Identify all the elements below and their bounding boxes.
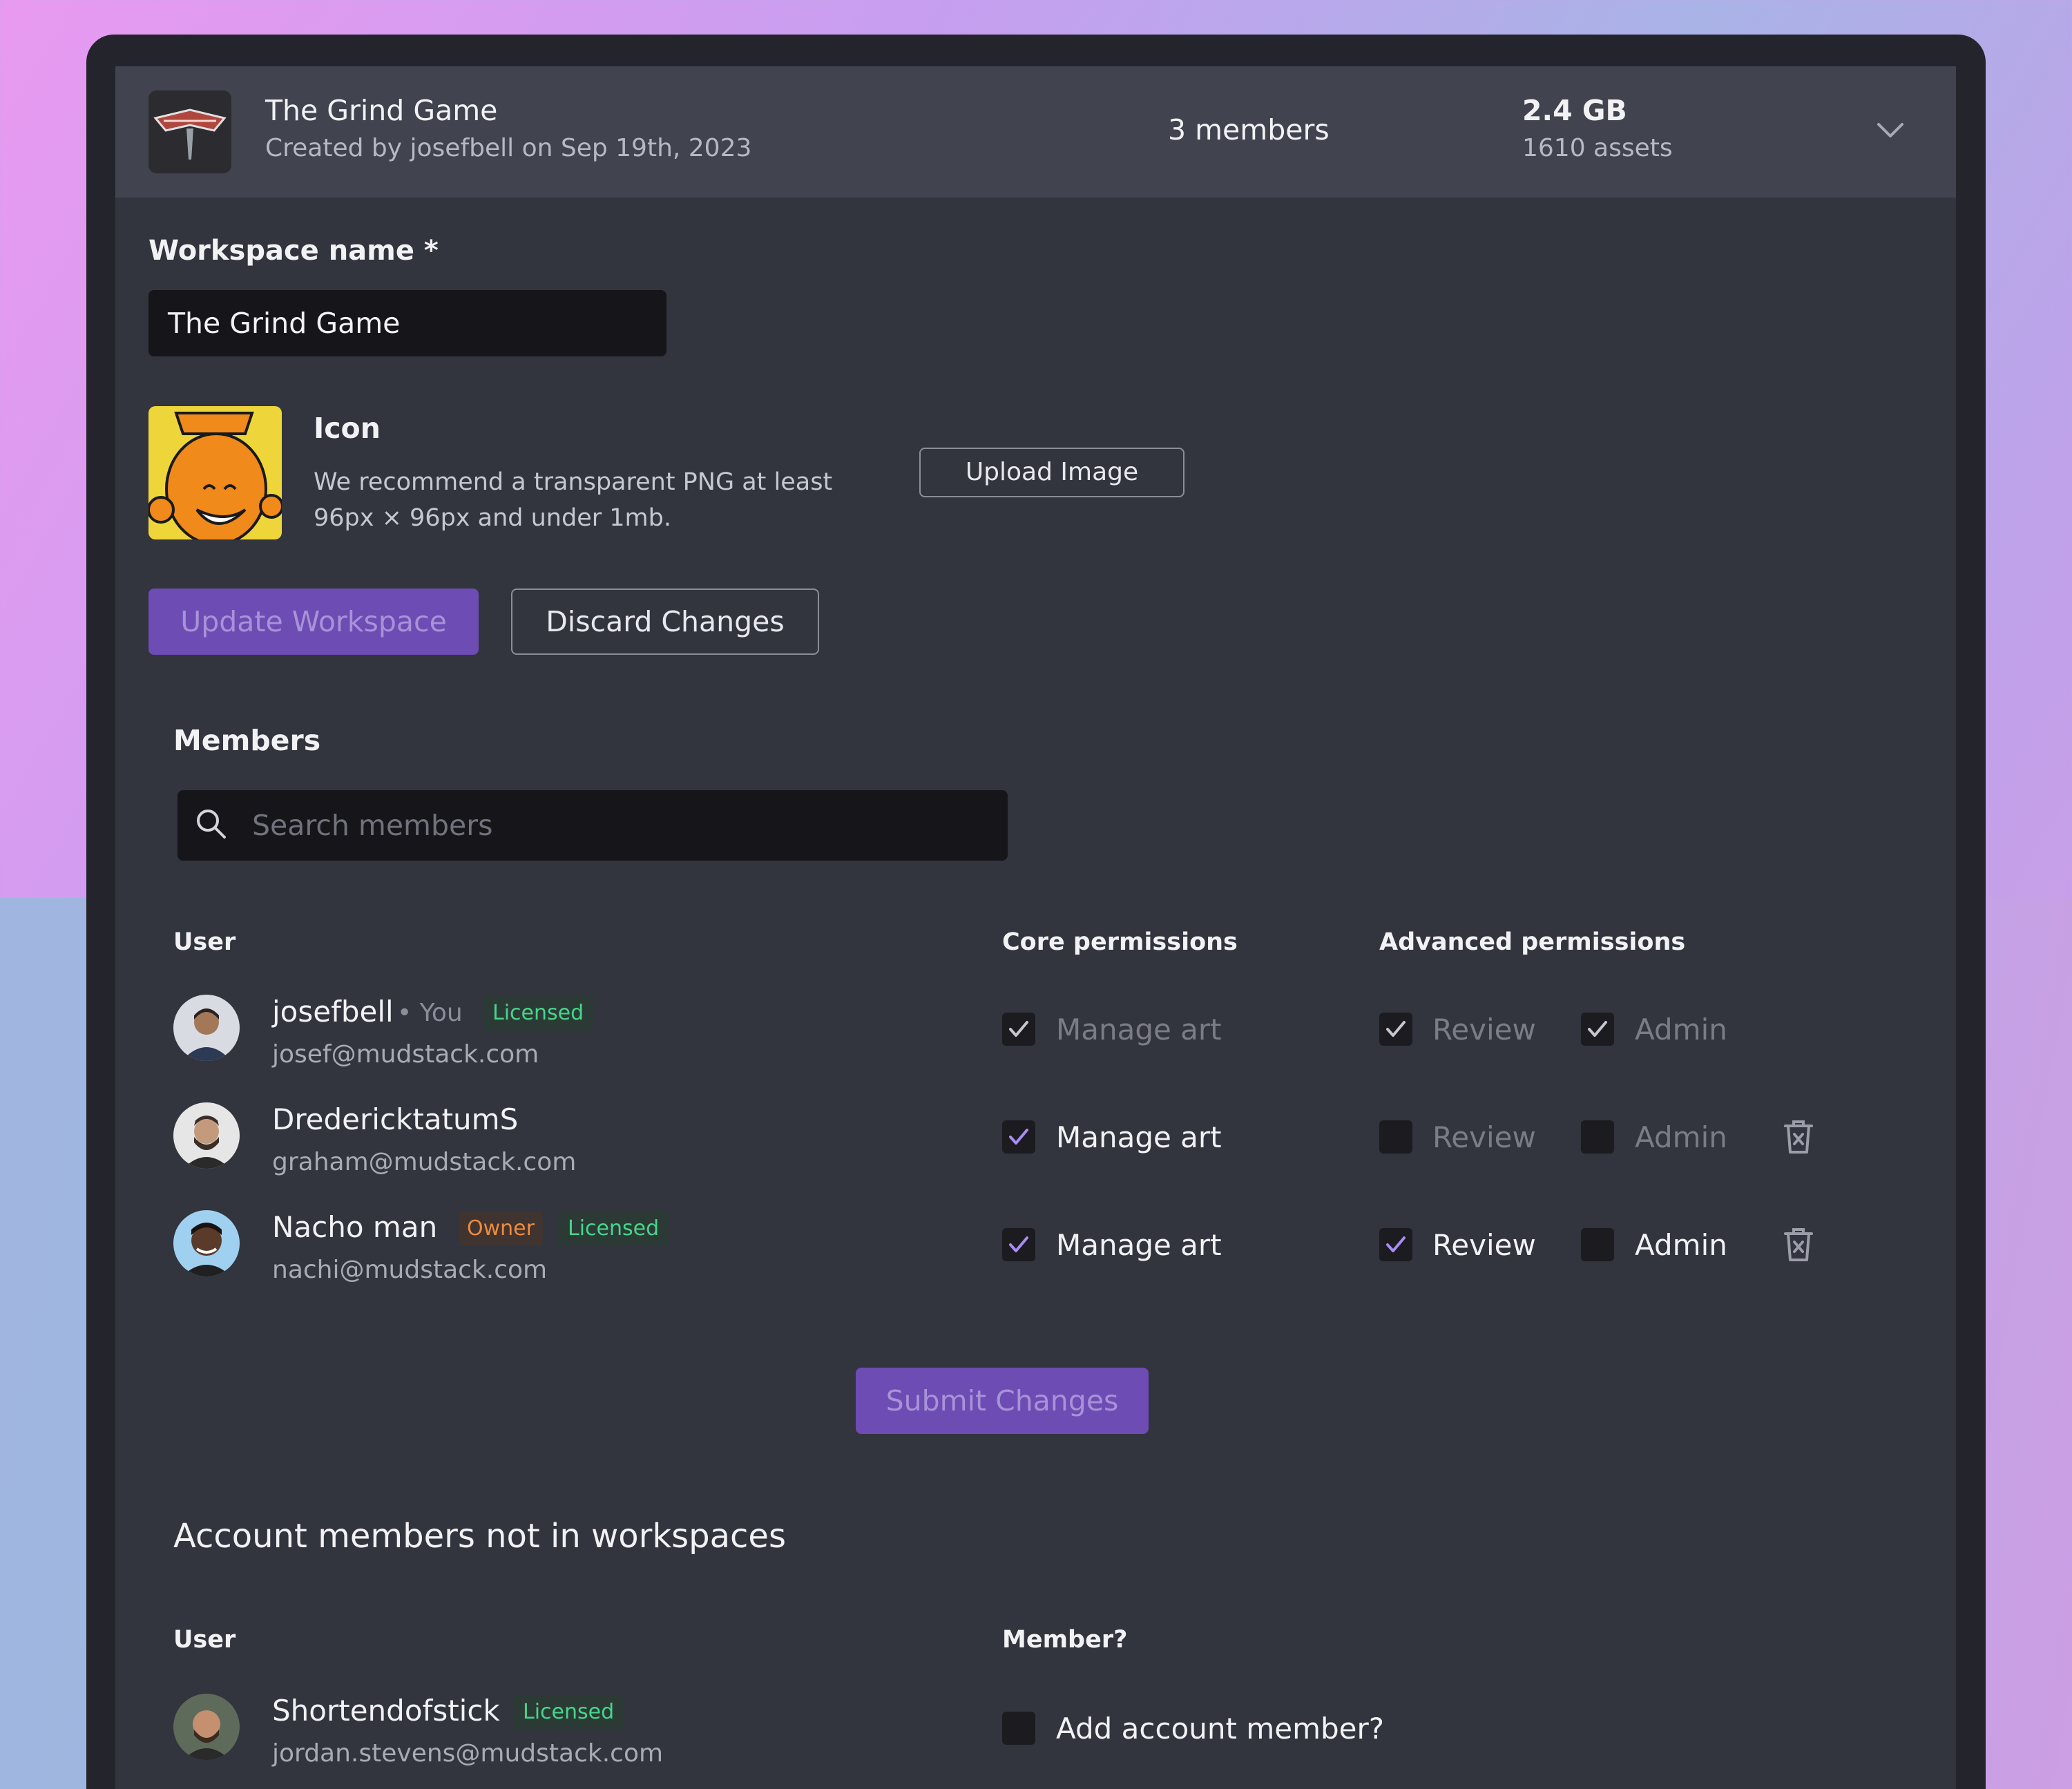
search-icon <box>197 810 226 839</box>
licensed-badge: Licensed <box>558 1212 669 1246</box>
column-user: User <box>173 928 236 956</box>
trash-icon[interactable] <box>1783 1119 1814 1155</box>
column-core-permissions: Core permissions <box>1002 928 1238 956</box>
add-account-member-checkbox[interactable] <box>1002 1712 1035 1745</box>
icon-label: Icon <box>314 412 381 445</box>
upload-image-button[interactable]: Upload Image <box>919 448 1184 497</box>
icon-description-line-1: We recommend a transparent PNG at least <box>314 468 833 496</box>
chevron-down-icon[interactable] <box>1873 120 1908 141</box>
column-member: Member? <box>1002 1626 1128 1654</box>
manage-art-checkbox[interactable] <box>1002 1228 1035 1261</box>
admin-label: Admin <box>1635 1013 1727 1046</box>
column-user: User <box>173 1626 236 1654</box>
licensed-badge: Licensed <box>483 996 594 1031</box>
submit-changes-button[interactable]: Submit Changes <box>856 1368 1149 1434</box>
review-checkbox[interactable] <box>1379 1228 1412 1261</box>
review-label: Review <box>1432 1013 1536 1046</box>
avatar <box>173 1210 240 1276</box>
member-email: graham@mudstack.com <box>272 1148 577 1176</box>
discard-changes-button[interactable]: Discard Changes <box>511 589 819 655</box>
workspace-icon-preview <box>148 406 282 539</box>
owner-badge: Owner <box>459 1212 543 1246</box>
member-email: josef@mudstack.com <box>272 1040 539 1069</box>
members-heading: Members <box>173 724 321 757</box>
licensed-badge: Licensed <box>513 1695 624 1730</box>
add-account-member-label: Add account member? <box>1056 1712 1385 1745</box>
trash-icon[interactable] <box>1783 1227 1814 1263</box>
avatar <box>173 1102 240 1169</box>
search-members-input[interactable]: Search members <box>252 790 492 861</box>
assets-count: 1610 assets <box>1522 134 1673 162</box>
check-icon <box>1588 1021 1607 1037</box>
member-email: nachi@mudstack.com <box>272 1256 548 1284</box>
admin-checkbox[interactable] <box>1581 1013 1614 1046</box>
account-members-heading: Account members not in workspaces <box>173 1517 786 1556</box>
member-email: jordan.stevens@mudstack.com <box>272 1739 664 1768</box>
icon-description: We recommend a transparent PNG at least … <box>314 464 852 536</box>
workspace-logo <box>148 90 231 173</box>
member-name: Shortendofstick <box>272 1694 500 1728</box>
check-icon <box>1009 1129 1028 1145</box>
workspace-name-label: Workspace name * <box>148 235 439 267</box>
admin-checkbox[interactable] <box>1581 1228 1614 1261</box>
workspace-header[interactable]: The Grind Game Created by josefbell on S… <box>115 66 1956 198</box>
check-icon <box>1009 1021 1028 1037</box>
review-checkbox[interactable] <box>1379 1013 1412 1046</box>
review-label: Review <box>1432 1120 1536 1154</box>
you-indicator: • You <box>397 999 463 1027</box>
admin-label: Admin <box>1635 1228 1727 1262</box>
search-members-field[interactable]: Search members <box>178 790 1008 861</box>
check-icon <box>1009 1236 1028 1252</box>
avatar <box>173 995 240 1061</box>
column-advanced-permissions: Advanced permissions <box>1379 928 1686 956</box>
storage-size: 2.4 GB <box>1522 94 1627 127</box>
members-count: 3 members <box>1168 113 1330 146</box>
manage-art-label: Manage art <box>1056 1120 1222 1154</box>
member-name: josefbell <box>272 995 394 1029</box>
icon-description-line-2: 96px × 96px and under 1mb. <box>314 504 671 532</box>
admin-label: Admin <box>1635 1120 1727 1154</box>
review-checkbox[interactable] <box>1379 1120 1412 1154</box>
manage-art-label: Manage art <box>1056 1228 1222 1262</box>
workspace-title: The Grind Game <box>265 94 498 127</box>
avatar <box>173 1694 240 1760</box>
update-workspace-button[interactable]: Update Workspace <box>148 589 479 655</box>
review-label: Review <box>1432 1228 1536 1262</box>
workspace-subtitle: Created by josefbell on Sep 19th, 2023 <box>265 134 752 162</box>
check-icon <box>1386 1021 1406 1037</box>
workspace-panel: The Grind Game Created by josefbell on S… <box>115 66 1956 1789</box>
check-icon <box>1386 1236 1406 1252</box>
manage-art-checkbox[interactable] <box>1002 1120 1035 1154</box>
manage-art-label: Manage art <box>1056 1013 1222 1046</box>
manage-art-checkbox[interactable] <box>1002 1013 1035 1046</box>
member-name: DredericktatumS <box>272 1102 519 1136</box>
workspace-name-input[interactable]: The Grind Game <box>148 290 666 356</box>
member-name: Nacho man <box>272 1210 438 1244</box>
admin-checkbox[interactable] <box>1581 1120 1614 1154</box>
